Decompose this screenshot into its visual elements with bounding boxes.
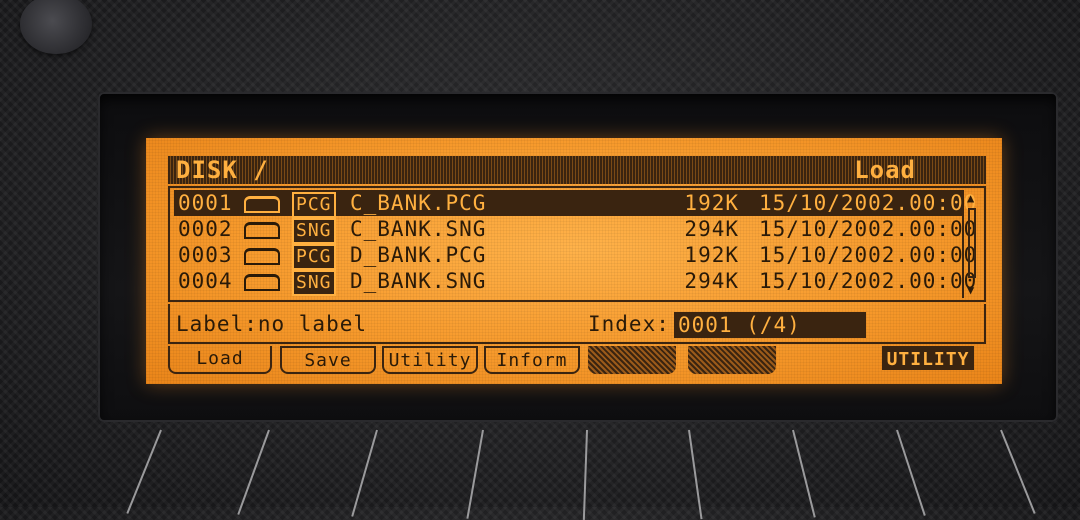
file-date: 15/10/2002.00:00: [759, 243, 978, 267]
scrollbar[interactable]: ▲ ▼: [962, 190, 982, 298]
utility-button[interactable]: UTILITY: [882, 346, 974, 370]
file-name: C_BANK.PCG: [350, 191, 487, 215]
panel-line: [582, 429, 588, 520]
panel-line: [466, 429, 484, 519]
panel-line: [1000, 429, 1036, 514]
file-number: 0004: [178, 269, 233, 293]
file-date: 15/10/2002.00:00: [759, 269, 978, 293]
file-type-badge: SNG: [292, 270, 336, 296]
tab-save[interactable]: Save: [280, 346, 376, 374]
tab-empty-6: [688, 346, 776, 374]
lcd-screen: DISK / Load 0001 PCG C_BANK.PCG 192K 15/…: [146, 138, 1002, 384]
panel-line: [792, 429, 816, 518]
file-date: 15/10/2002.00:00: [759, 191, 978, 215]
index-label: Index:: [588, 312, 670, 336]
tab-utility[interactable]: Utility: [382, 346, 478, 374]
disk-label: Label:no label: [176, 312, 368, 336]
panel-line: [688, 429, 703, 520]
file-name: C_BANK.SNG: [350, 217, 487, 241]
scroll-down-arrow-icon[interactable]: ▼: [967, 284, 975, 296]
tab-load[interactable]: Load: [168, 346, 272, 374]
page-mode: Load: [854, 156, 916, 184]
disk-path: DISK /: [176, 156, 269, 184]
info-bar: Label:no label Index: 0001 (/4): [168, 304, 986, 344]
panel-line: [237, 429, 270, 515]
knob[interactable]: [20, 0, 92, 54]
tab-inform[interactable]: Inform: [484, 346, 580, 374]
tab-bar: Load Save Utility Inform UTILITY: [168, 346, 986, 376]
file-date: 15/10/2002.00:00: [759, 217, 978, 241]
file-row[interactable]: 0003 PCG D_BANK.PCG 192K 15/10/2002.00:0…: [174, 242, 976, 270]
file-size: 294K: [684, 217, 739, 241]
scrollbar-thumb[interactable]: [968, 208, 976, 278]
file-row[interactable]: 0001 PCG C_BANK.PCG 192K 15/10/2002.00:0…: [174, 190, 976, 218]
file-row[interactable]: 0004 SNG D_BANK.SNG 294K 15/10/2002.00:0…: [174, 268, 976, 296]
panel-line: [351, 429, 378, 517]
panel-line: [896, 429, 926, 516]
folder-icon: [244, 196, 280, 213]
panel-line: [126, 429, 162, 514]
file-name: D_BANK.SNG: [350, 269, 487, 293]
file-size: 192K: [684, 191, 739, 215]
file-number: 0001: [178, 191, 233, 215]
file-number: 0002: [178, 217, 233, 241]
header-bar: DISK / Load: [168, 156, 986, 184]
file-type-badge: SNG: [292, 218, 336, 244]
file-type-badge: PCG: [292, 192, 336, 218]
tab-empty-5: [588, 346, 676, 374]
folder-icon: [244, 222, 280, 239]
file-size: 294K: [684, 269, 739, 293]
file-size: 192K: [684, 243, 739, 267]
file-list[interactable]: 0001 PCG C_BANK.PCG 192K 15/10/2002.00:0…: [168, 186, 986, 302]
file-row[interactable]: 0002 SNG C_BANK.SNG 294K 15/10/2002.00:0…: [174, 216, 976, 244]
file-number: 0003: [178, 243, 233, 267]
scroll-up-arrow-icon[interactable]: ▲: [967, 192, 975, 204]
index-value[interactable]: 0001 (/4): [674, 312, 866, 338]
folder-icon: [244, 248, 280, 265]
folder-icon: [244, 274, 280, 291]
file-type-badge: PCG: [292, 244, 336, 270]
file-name: D_BANK.PCG: [350, 243, 487, 267]
